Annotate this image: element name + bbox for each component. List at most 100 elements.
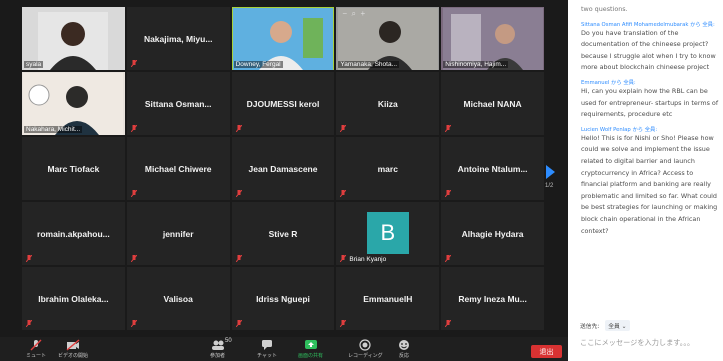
participant-tile[interactable]: Sittana Osman...	[126, 72, 230, 135]
participant-tile[interactable]: DJOUMESSI kerol	[231, 72, 335, 135]
participant-name: Antoine Ntalum...	[457, 163, 528, 174]
mic-muted-icon	[235, 255, 242, 262]
recipient-label: 送信先:	[580, 324, 600, 330]
participants-button[interactable]: 参加者 50	[210, 338, 232, 359]
emoji-reaction-icon	[399, 340, 409, 350]
participant-name-label: Nishinomiya, Hajim...	[443, 61, 509, 68]
participant-name: Stive R	[268, 228, 298, 239]
chat-message-text: Hi, can you explain how the RBL can be u…	[581, 86, 719, 119]
mic-muted-icon	[30, 339, 42, 351]
participant-name: Idriss Nguepi	[256, 293, 310, 304]
mic-muted-icon	[130, 255, 137, 262]
recipient-value: 全員	[608, 324, 620, 330]
mic-muted-icon	[340, 190, 347, 197]
gallery-grid: syala Nakajima, Miyu... Downey, Fergal −	[22, 7, 544, 330]
chat-message-list[interactable]: two questions. Sittana Osman Afifi Moham…	[581, 4, 721, 237]
chevron-right-icon[interactable]	[545, 165, 555, 179]
video-tile[interactable]: syala	[22, 7, 125, 70]
participant-name: Sittana Osman...	[144, 98, 212, 109]
participant-name: Ibrahim Olaleka...	[38, 293, 109, 304]
mic-muted-icon	[235, 320, 242, 327]
mic-muted-icon	[26, 255, 32, 262]
participant-tile[interactable]: Antoine Ntalum...	[441, 137, 544, 200]
reactions-button[interactable]: 反応	[398, 339, 410, 359]
participant-video	[38, 12, 109, 70]
participant-tile[interactable]: Kiiza	[336, 72, 440, 135]
mic-muted-icon	[130, 125, 137, 132]
participant-name: jennifer	[162, 228, 194, 239]
participant-tile[interactable]: Idriss Nguepi	[231, 267, 335, 330]
chat-message-sender: Lucien Wolf Penlap から 全員:	[581, 126, 658, 133]
zoom-in-icon[interactable]: +	[360, 9, 365, 18]
participant-tile[interactable]: romain.akpahou...	[22, 202, 125, 265]
mic-muted-icon	[340, 320, 347, 327]
participant-tile[interactable]: Stive R	[231, 202, 335, 265]
page-indicator: 1/2	[545, 183, 554, 189]
participant-name: DJOUMESSI kerol	[246, 98, 320, 109]
mic-muted-icon	[445, 320, 452, 327]
participants-label: 参加者	[210, 353, 226, 359]
participant-tile[interactable]: Michael Chiwere	[126, 137, 230, 200]
participant-tile[interactable]: Ibrahim Olaleka...	[22, 267, 125, 330]
chat-message-text: Do you have translation of the documenta…	[581, 28, 716, 72]
participant-name-label: Yamanaka, Shota...	[338, 61, 399, 68]
meeting-toolbar: ミュート ビデオの開始 参加者 50 チャット 画面の共有 レコーディング 反応	[0, 337, 568, 361]
participant-tile[interactable]: Alhagie Hydara	[441, 202, 544, 265]
participant-name: Remy Ineza Mu...	[458, 293, 527, 304]
participant-tile[interactable]: Valisoa	[126, 267, 230, 330]
mute-button[interactable]: ミュート	[26, 339, 46, 359]
mic-muted-icon	[445, 190, 452, 197]
zoom-out-icon[interactable]: −	[342, 9, 347, 18]
mic-muted-icon	[130, 60, 137, 67]
zoom-search-icon[interactable]: ⌕	[352, 9, 356, 18]
next-page-control[interactable]: 1/2	[545, 165, 555, 189]
participant-name: EmmanuelH	[363, 293, 413, 304]
chevron-down-icon: ⌄	[621, 324, 627, 330]
meeting-stage: syala Nakajima, Miyu... Downey, Fergal −	[0, 0, 568, 361]
chat-panel: two questions. Sittana Osman Afifi Moham…	[568, 0, 723, 361]
participant-name: Valisoa	[163, 293, 193, 304]
mic-muted-icon	[235, 190, 242, 197]
participant-tile[interactable]: EmmanuelH	[336, 267, 440, 330]
video-tile[interactable]: − ⌕ + Yamanaka, Shota...	[336, 7, 440, 70]
participant-name-label: Brian Kyanjo	[349, 256, 387, 263]
participant-name: romain.akpahou...	[37, 228, 110, 239]
participant-tile[interactable]: Remy Ineza Mu...	[441, 267, 544, 330]
video-off-icon	[66, 339, 80, 351]
participant-tile[interactable]: Marc Tiofack	[22, 137, 125, 200]
participant-name: Michael NANA	[463, 98, 522, 109]
mic-muted-icon	[130, 320, 137, 327]
mute-label: ミュート	[26, 353, 47, 359]
share-screen-button[interactable]: 画面の共有	[298, 339, 323, 359]
chat-message-text: Hello! This is for Nishi or Sho! Please …	[581, 133, 718, 235]
start-video-button[interactable]: ビデオの開始	[58, 339, 88, 359]
chat-button[interactable]: チャット	[257, 339, 277, 359]
participant-tile[interactable]: Michael NANA	[441, 72, 544, 135]
recipient-row: 送信先: 全員 ⌄	[580, 320, 720, 331]
record-button[interactable]: レコーディング	[348, 339, 383, 359]
participant-tile[interactable]: marc	[336, 137, 440, 200]
zoom-controls: − ⌕ +	[342, 9, 365, 19]
participant-tile-avatar[interactable]: B Brian Kyanjo	[336, 202, 440, 265]
avatar: B	[366, 212, 409, 254]
recipient-select[interactable]: 全員 ⌄	[605, 320, 630, 331]
participants-icon	[211, 340, 224, 350]
participants-count: 50	[225, 338, 232, 344]
participant-tile[interactable]: Nakajima, Miyu...	[126, 7, 230, 70]
participant-name: Alhagie Hydara	[461, 228, 524, 239]
participant-tile[interactable]: jennifer	[126, 202, 230, 265]
chat-composer: 送信先: 全員 ⌄ ここにメッセージを入力します。。。	[580, 320, 720, 348]
participant-name: marc	[377, 163, 398, 174]
participant-name: Marc Tiofack	[47, 163, 100, 174]
record-label: レコーディング	[348, 353, 383, 359]
participant-tile[interactable]: Jean Damascene	[231, 137, 335, 200]
mic-muted-icon	[445, 255, 452, 262]
chat-message-sender: Emmanuel から 全員:	[581, 79, 636, 86]
video-tile-active-speaker[interactable]: Downey, Fergal	[231, 7, 335, 70]
leave-meeting-button[interactable]: 退出	[531, 345, 562, 358]
chat-message-input[interactable]: ここにメッセージを入力します。。。	[580, 338, 720, 348]
mic-muted-icon	[340, 125, 347, 132]
participant-name: Kiiza	[377, 98, 398, 109]
video-tile[interactable]: Nishinomiya, Hajim...	[441, 7, 544, 70]
video-tile[interactable]: Nakahara, Michit...	[22, 72, 125, 135]
